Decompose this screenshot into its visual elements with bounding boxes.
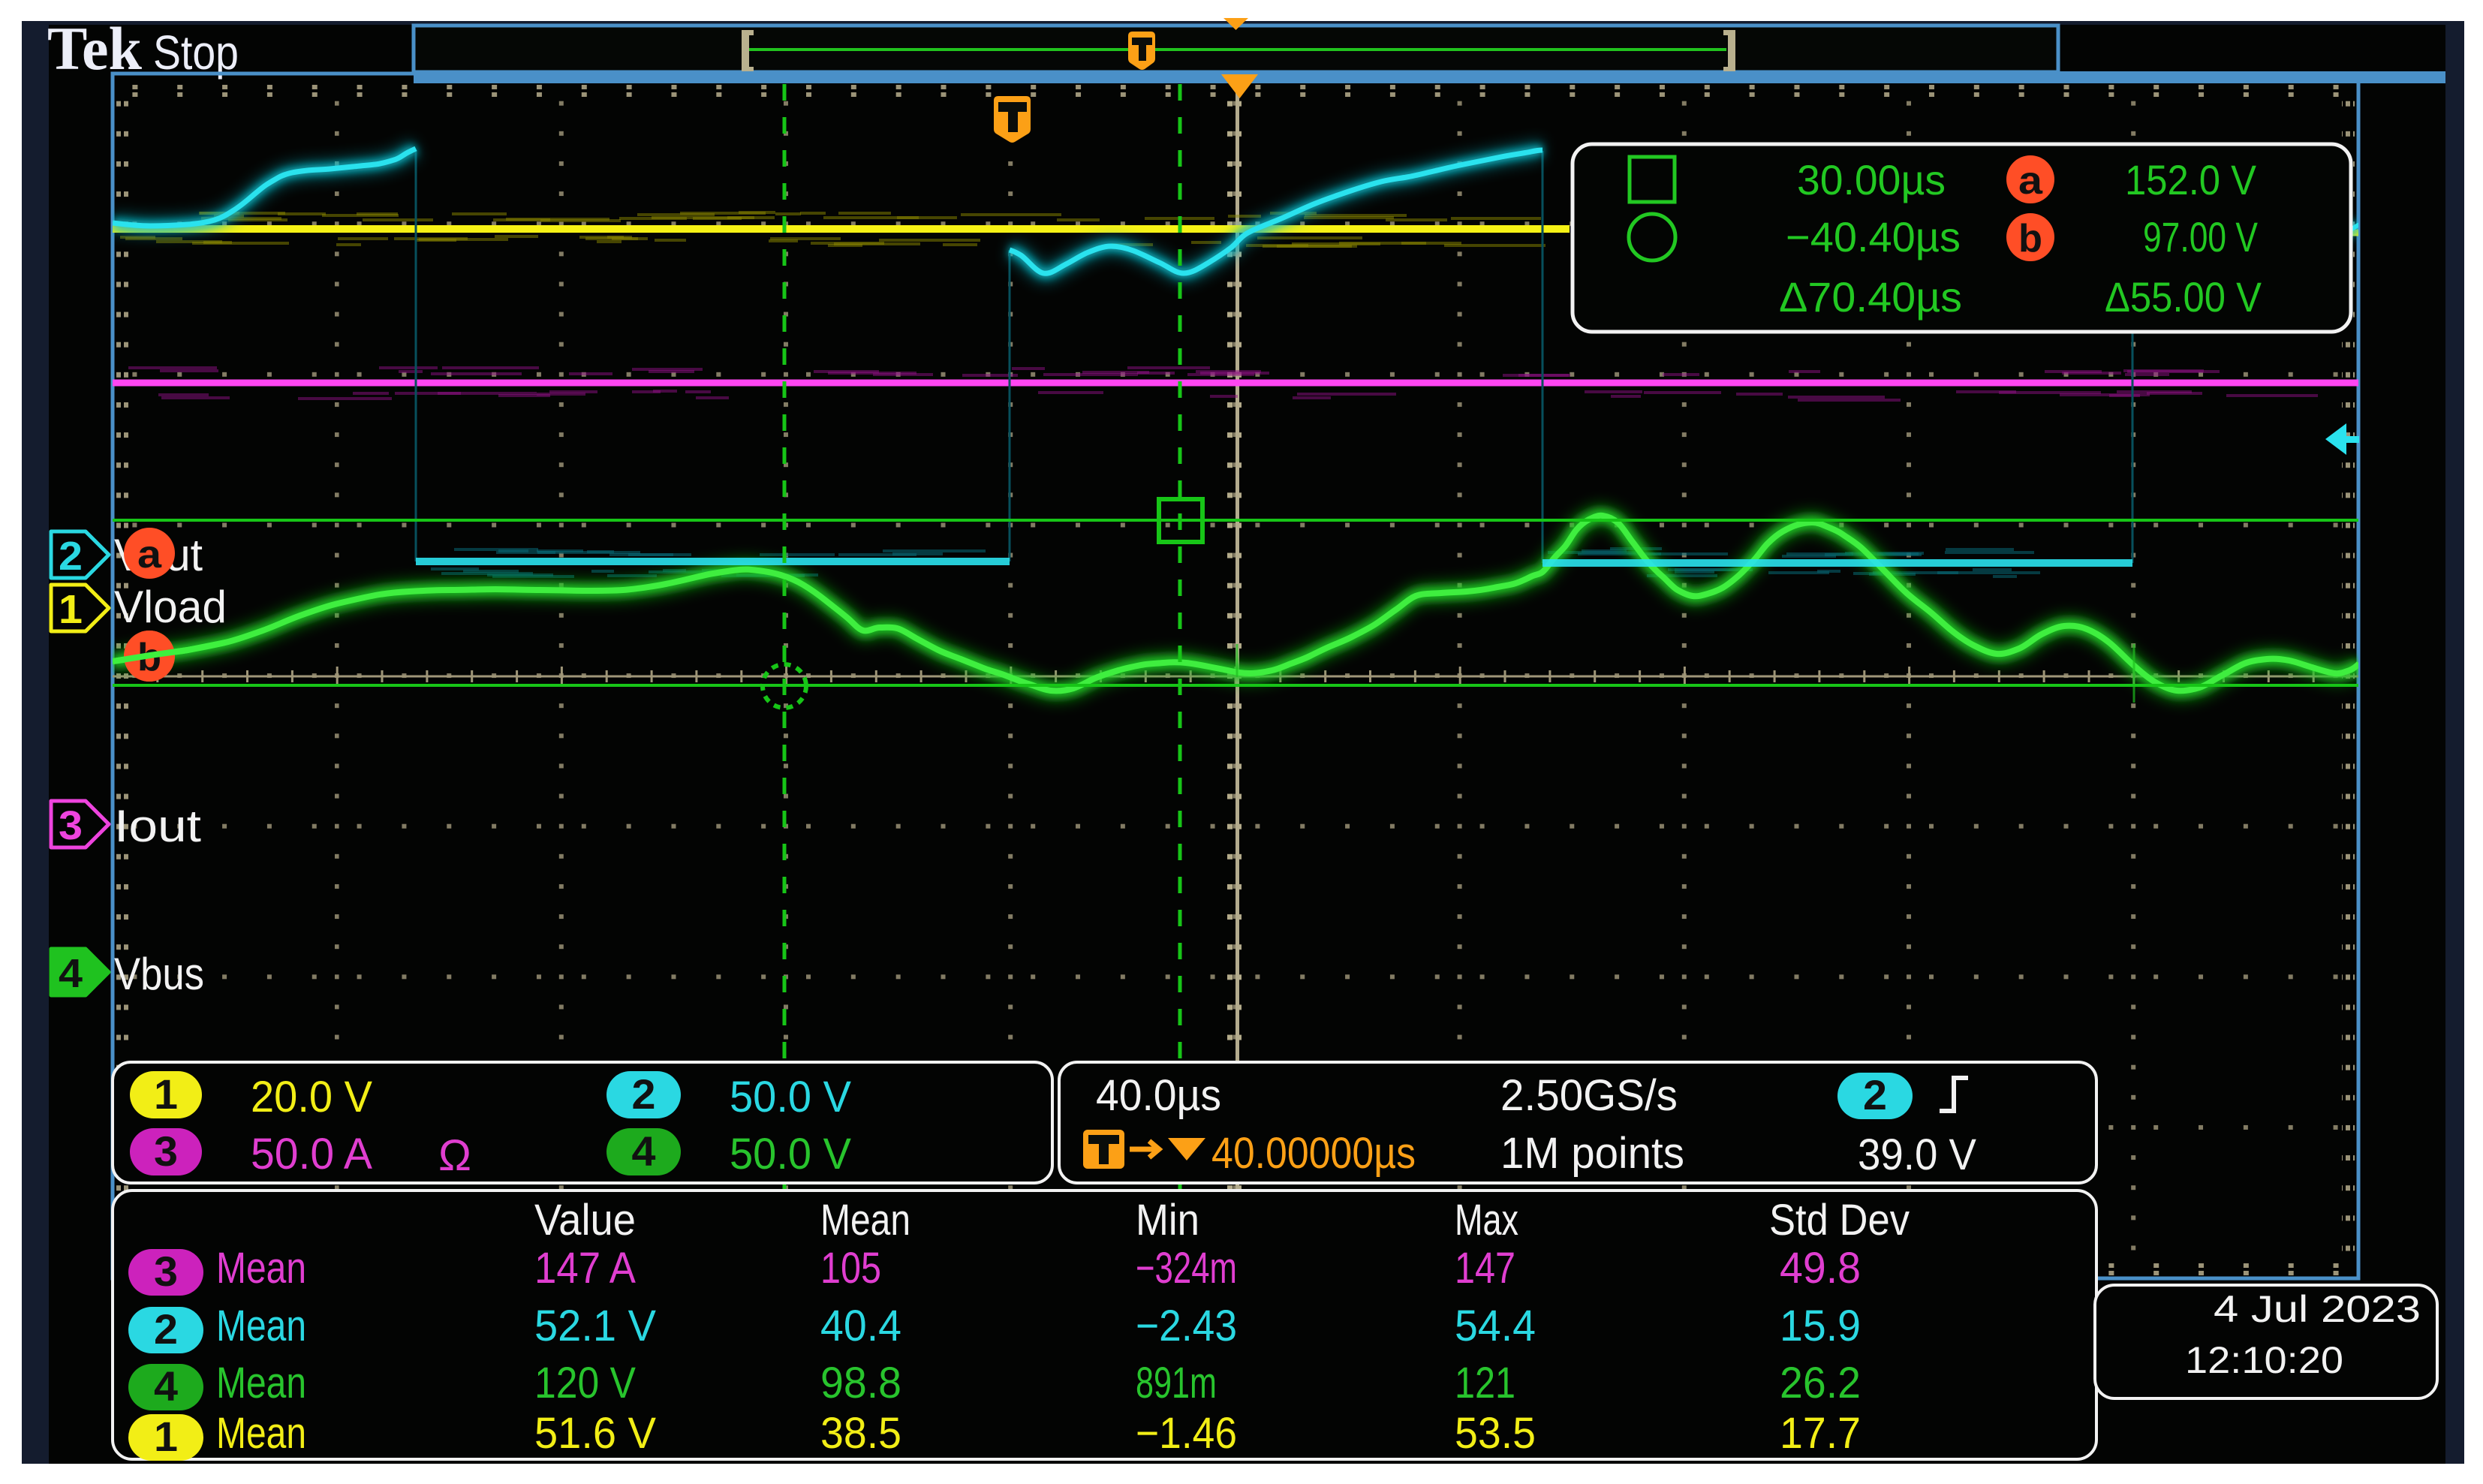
- svg-text:a: a: [2018, 159, 2043, 203]
- svg-text:147: 147: [1455, 1244, 1515, 1293]
- svg-text:49.8: 49.8: [1780, 1244, 1861, 1293]
- svg-text:4 Jul 2023: 4 Jul 2023: [2214, 1288, 2421, 1330]
- svg-text:Iout: Iout: [114, 801, 201, 851]
- svg-text:3: 3: [154, 1248, 178, 1295]
- svg-text:Mean: Mean: [216, 1244, 306, 1293]
- svg-text:a: a: [137, 533, 162, 576]
- svg-text:147 A: 147 A: [534, 1244, 636, 1293]
- svg-text:891m: 891m: [1136, 1359, 1217, 1407]
- svg-text:2: 2: [1863, 1071, 1887, 1118]
- svg-text:4: 4: [59, 951, 83, 996]
- svg-text:98.8: 98.8: [820, 1359, 901, 1407]
- svg-text:−2.43: −2.43: [1136, 1302, 1237, 1350]
- svg-text:−40.40µs: −40.40µs: [1786, 213, 1961, 260]
- svg-text:2.50GS/s: 2.50GS/s: [1500, 1071, 1678, 1120]
- svg-text:Mean: Mean: [820, 1196, 910, 1245]
- svg-text:20.0 V: 20.0 V: [251, 1073, 372, 1121]
- svg-text:4: 4: [154, 1362, 178, 1410]
- svg-text:−1.46: −1.46: [1136, 1409, 1237, 1458]
- svg-text:Vbus: Vbus: [114, 949, 204, 999]
- svg-text:Mean: Mean: [216, 1409, 306, 1458]
- svg-text:2: 2: [632, 1070, 656, 1118]
- svg-text:50.0 A: 50.0 A: [251, 1130, 372, 1178]
- svg-text:Mean: Mean: [216, 1302, 306, 1350]
- svg-text:Min: Min: [1136, 1196, 1199, 1245]
- svg-text:38.5: 38.5: [820, 1409, 901, 1458]
- svg-text:Ω: Ω: [438, 1131, 471, 1180]
- svg-text:17.7: 17.7: [1780, 1409, 1861, 1458]
- svg-text:Stop: Stop: [153, 26, 239, 80]
- svg-text:120 V: 120 V: [534, 1359, 636, 1407]
- svg-text:Std Dev: Std Dev: [1769, 1196, 1910, 1245]
- svg-text:97.00 V: 97.00 V: [2143, 213, 2259, 260]
- svg-text:40.00000µs: 40.00000µs: [1211, 1129, 1416, 1178]
- svg-text:b: b: [2018, 217, 2042, 260]
- svg-text:39.0 V: 39.0 V: [1858, 1130, 1976, 1179]
- svg-text:Δ70.40µs: Δ70.40µs: [1779, 273, 1962, 321]
- svg-text:121: 121: [1455, 1359, 1515, 1407]
- svg-text:3: 3: [154, 1127, 178, 1175]
- svg-text:−324m: −324m: [1136, 1244, 1237, 1293]
- svg-text:3: 3: [59, 803, 83, 848]
- svg-text:51.6 V: 51.6 V: [534, 1409, 656, 1458]
- svg-text:2: 2: [59, 534, 83, 579]
- svg-text:52.1 V: 52.1 V: [534, 1302, 656, 1350]
- svg-text:Value: Value: [534, 1196, 636, 1245]
- svg-text:50.0 V: 50.0 V: [730, 1130, 851, 1178]
- svg-text:40.4: 40.4: [820, 1302, 901, 1350]
- svg-text:1: 1: [59, 587, 83, 632]
- svg-text:Max: Max: [1455, 1196, 1518, 1245]
- svg-text:40.0µs: 40.0µs: [1096, 1071, 1221, 1120]
- svg-text:4: 4: [632, 1127, 656, 1175]
- svg-text:26.2: 26.2: [1780, 1359, 1861, 1407]
- svg-text:1: 1: [154, 1413, 178, 1460]
- svg-text:Δ55.00 V: Δ55.00 V: [2105, 273, 2262, 321]
- svg-text:54.4: 54.4: [1455, 1302, 1536, 1350]
- svg-text:30.00µs: 30.00µs: [1797, 156, 1946, 203]
- svg-text:105: 105: [820, 1244, 881, 1293]
- svg-text:1M points: 1M points: [1500, 1129, 1684, 1178]
- svg-text:1: 1: [154, 1070, 178, 1118]
- svg-text:53.5: 53.5: [1455, 1409, 1536, 1458]
- svg-text:Vload: Vload: [114, 582, 227, 632]
- svg-text:12:10:20: 12:10:20: [2185, 1339, 2343, 1381]
- svg-text:15.9: 15.9: [1780, 1302, 1861, 1350]
- svg-text:Mean: Mean: [216, 1359, 306, 1407]
- svg-text:152.0 V: 152.0 V: [2125, 156, 2257, 203]
- svg-text:2: 2: [154, 1305, 178, 1353]
- svg-text:50.0 V: 50.0 V: [730, 1073, 851, 1121]
